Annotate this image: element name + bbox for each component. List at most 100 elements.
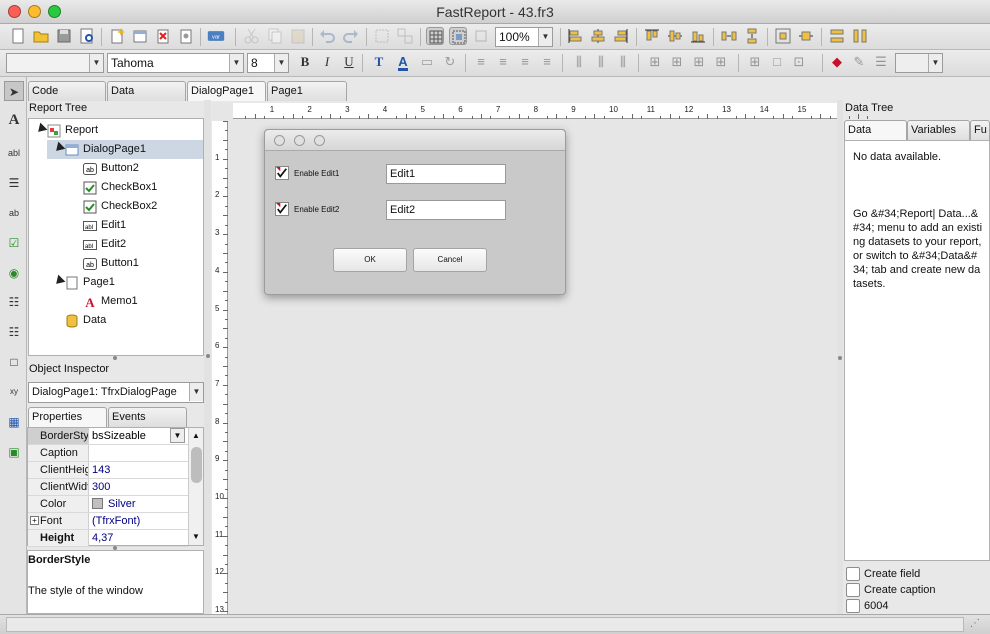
- font-name-select[interactable]: Tahoma ▼: [107, 53, 244, 73]
- center-horizontally-icon[interactable]: [774, 27, 792, 45]
- create-caption-checkbox[interactable]: [846, 583, 860, 597]
- tab-properties[interactable]: Properties: [28, 407, 107, 427]
- chevron-down-icon[interactable]: ▼: [170, 428, 185, 443]
- same-height-icon[interactable]: [851, 27, 869, 45]
- bold-icon[interactable]: B: [296, 53, 314, 71]
- expand-icon[interactable]: [52, 274, 66, 288]
- text-valign-top-icon[interactable]: ⫼: [570, 53, 588, 71]
- frame-left-icon[interactable]: ⊞: [690, 53, 708, 71]
- label-tool-icon[interactable]: abl: [4, 143, 24, 163]
- frame-all-icon[interactable]: ⊞: [746, 53, 764, 71]
- text-justify-icon[interactable]: ≡: [538, 53, 556, 71]
- delete-page-icon[interactable]: [154, 27, 172, 45]
- select-tool-icon[interactable]: ➤: [4, 81, 24, 101]
- text-align-center-icon[interactable]: ≡: [494, 53, 512, 71]
- preview-icon[interactable]: [78, 27, 96, 45]
- frame-color-icon[interactable]: ✎: [850, 53, 868, 71]
- listbox-tool-icon[interactable]: ☷: [4, 292, 24, 312]
- tab-data-tree-variables[interactable]: Variables: [907, 120, 970, 140]
- tab-data-tree-functions[interactable]: Fu: [970, 120, 990, 140]
- zoom-select[interactable]: 100% ▼: [495, 27, 553, 47]
- splitter-handle[interactable]: [838, 356, 842, 360]
- style-select[interactable]: ▼: [6, 53, 104, 73]
- radio-tool-icon[interactable]: ◉: [4, 263, 24, 283]
- font-size-select[interactable]: 8 ▼: [247, 53, 289, 73]
- frame-right-icon[interactable]: ⊞: [712, 53, 730, 71]
- align-top-icon[interactable]: [643, 27, 661, 45]
- fill-color-icon[interactable]: ◆: [828, 53, 846, 71]
- frame-bottom-icon[interactable]: ⊞: [668, 53, 686, 71]
- button-tool-icon[interactable]: ab: [4, 203, 24, 223]
- panel-tool-icon[interactable]: □: [4, 352, 24, 372]
- create-field-checkbox[interactable]: [846, 567, 860, 581]
- new-page-icon[interactable]: [108, 27, 126, 45]
- object-select[interactable]: DialogPage1: TfrxDialogPage ▼: [28, 382, 204, 403]
- open-folder-icon[interactable]: [32, 27, 50, 45]
- option-6004-checkbox[interactable]: [846, 599, 860, 613]
- image-tool-icon[interactable]: ▣: [4, 442, 24, 462]
- align-center-icon[interactable]: [589, 27, 607, 45]
- property-clientheight[interactable]: ClientHeight 143: [28, 462, 188, 479]
- paste-icon[interactable]: [289, 27, 307, 45]
- property-scrollbar[interactable]: ▲ ▼: [188, 428, 203, 545]
- undo-icon[interactable]: [318, 27, 336, 45]
- align-to-grid-icon[interactable]: [449, 27, 467, 45]
- scroll-down-icon[interactable]: ▼: [192, 532, 200, 541]
- edit2-field[interactable]: Edit2: [386, 200, 506, 220]
- new-icon[interactable]: [9, 27, 27, 45]
- same-width-icon[interactable]: [828, 27, 846, 45]
- expand-icon[interactable]: [34, 122, 48, 136]
- highlight-icon[interactable]: ▭: [418, 53, 436, 71]
- right-splitter[interactable]: [837, 100, 843, 614]
- text-valign-bottom-icon[interactable]: ⫼: [614, 53, 632, 71]
- page-settings-icon[interactable]: [177, 27, 195, 45]
- tab-events[interactable]: Events: [108, 407, 187, 427]
- frame-width-select[interactable]: ▼: [895, 53, 943, 73]
- edit1-field[interactable]: Edit1: [386, 164, 506, 184]
- copy-icon[interactable]: [266, 27, 284, 45]
- cancel-button[interactable]: Cancel: [413, 248, 487, 272]
- variables-icon[interactable]: var: [207, 27, 229, 45]
- splitter-handle[interactable]: [206, 354, 210, 358]
- frame-top-icon[interactable]: ⊞: [646, 53, 664, 71]
- tab-data-tree-data[interactable]: Data: [844, 120, 907, 140]
- save-icon[interactable]: [55, 27, 73, 45]
- group-icon[interactable]: [373, 27, 391, 45]
- property-height[interactable]: Height 4,37: [28, 530, 188, 547]
- property-caption[interactable]: Caption: [28, 445, 188, 462]
- ok-button[interactable]: OK: [333, 248, 407, 272]
- font-color-icon[interactable]: A: [394, 53, 412, 71]
- groupbox-tool-icon[interactable]: xy: [4, 382, 24, 402]
- tab-dialogpage1[interactable]: DialogPage1: [187, 81, 266, 101]
- rotation-icon[interactable]: ↻: [441, 53, 459, 71]
- combobox-tool-icon[interactable]: ☷: [4, 322, 24, 342]
- splitter-handle[interactable]: [113, 356, 117, 360]
- date-tool-icon[interactable]: ▦: [4, 412, 24, 432]
- dialog-form[interactable]: Enable Edit1 Edit1 Enable Edit2 Edit2 OK…: [264, 129, 566, 295]
- shadow-icon[interactable]: ⊡: [790, 53, 808, 71]
- font-settings-icon[interactable]: T: [370, 53, 388, 71]
- property-font[interactable]: Font + (TfrxFont): [28, 513, 188, 530]
- scroll-up-icon[interactable]: ▲: [192, 431, 200, 440]
- frame-none-icon[interactable]: □: [768, 53, 786, 71]
- frame-style-icon[interactable]: ☰: [872, 53, 890, 71]
- enable-edit1-checkbox[interactable]: [275, 166, 289, 180]
- resize-grip-icon[interactable]: ⋰: [970, 618, 980, 629]
- redo-icon[interactable]: [342, 27, 360, 45]
- text-valign-middle-icon[interactable]: ⫼: [592, 53, 610, 71]
- text-align-left-icon[interactable]: ≡: [472, 53, 490, 71]
- dialog-title-bar[interactable]: [265, 130, 565, 151]
- property-color[interactable]: Color Silver: [28, 496, 188, 513]
- show-grid-icon[interactable]: [426, 27, 444, 45]
- italic-icon[interactable]: I: [318, 53, 336, 71]
- property-borderstyle[interactable]: BorderStyle bsSizeable ▼: [28, 428, 188, 445]
- enable-edit2-checkbox[interactable]: [275, 202, 289, 216]
- tab-page1[interactable]: Page1: [267, 81, 347, 101]
- align-bottom-icon[interactable]: [689, 27, 707, 45]
- scroll-thumb[interactable]: [191, 447, 202, 483]
- fit-to-grid-icon[interactable]: [472, 27, 490, 45]
- new-dialog-icon[interactable]: [131, 27, 149, 45]
- align-left-icon[interactable]: [566, 27, 584, 45]
- checkbox-tool-icon[interactable]: ☑: [4, 233, 24, 253]
- tab-code[interactable]: Code: [28, 81, 106, 101]
